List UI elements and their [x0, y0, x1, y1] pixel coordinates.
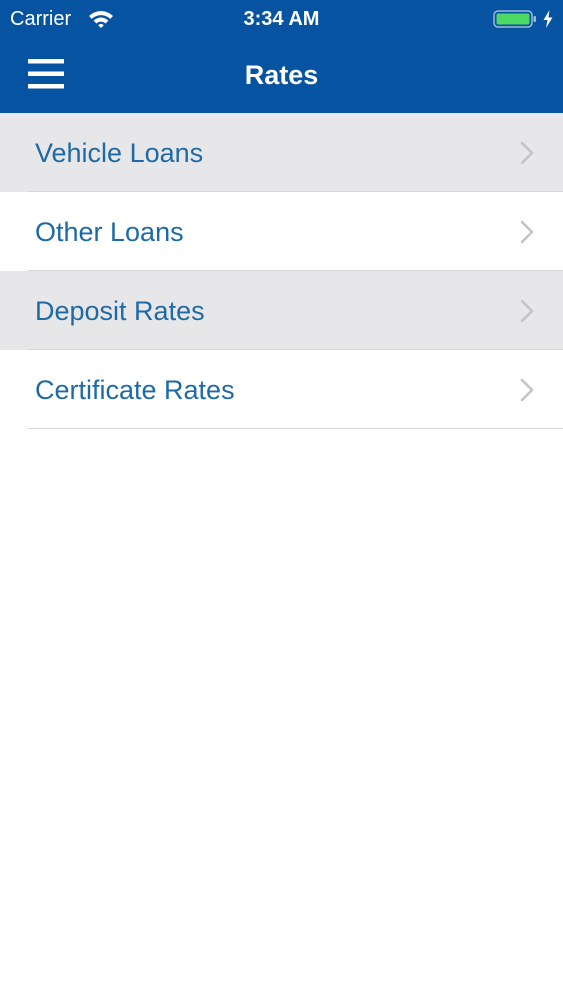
rates-item-label: Deposit Rates [35, 296, 205, 326]
chevron-right-icon [520, 141, 534, 165]
chevron-right-icon [520, 299, 534, 323]
rates-item-other-loans[interactable]: Other Loans [0, 192, 563, 271]
status-bar: Carrier 3:34 AM [0, 0, 563, 38]
rates-item-label: Certificate Rates [35, 375, 235, 405]
page-title: Rates [244, 60, 319, 90]
rates-item-vehicle-loans[interactable]: Vehicle Loans [0, 113, 563, 192]
chevron-right-icon [520, 220, 534, 244]
top-bar: Carrier 3:34 AM Rates [0, 0, 563, 113]
rates-list: Vehicle Loans Other Loans Deposit Rates … [0, 113, 563, 429]
rates-item-deposit-rates[interactable]: Deposit Rates [0, 271, 563, 350]
charging-bolt-icon [543, 10, 553, 28]
battery-icon [493, 10, 536, 28]
rates-item-label: Vehicle Loans [35, 138, 204, 168]
rates-item-certificate-rates[interactable]: Certificate Rates [0, 350, 563, 429]
nav-bar: Rates [0, 38, 563, 113]
chevron-right-icon [520, 378, 534, 402]
rates-item-label: Other Loans [35, 217, 184, 247]
status-time: 3:34 AM [243, 8, 320, 30]
